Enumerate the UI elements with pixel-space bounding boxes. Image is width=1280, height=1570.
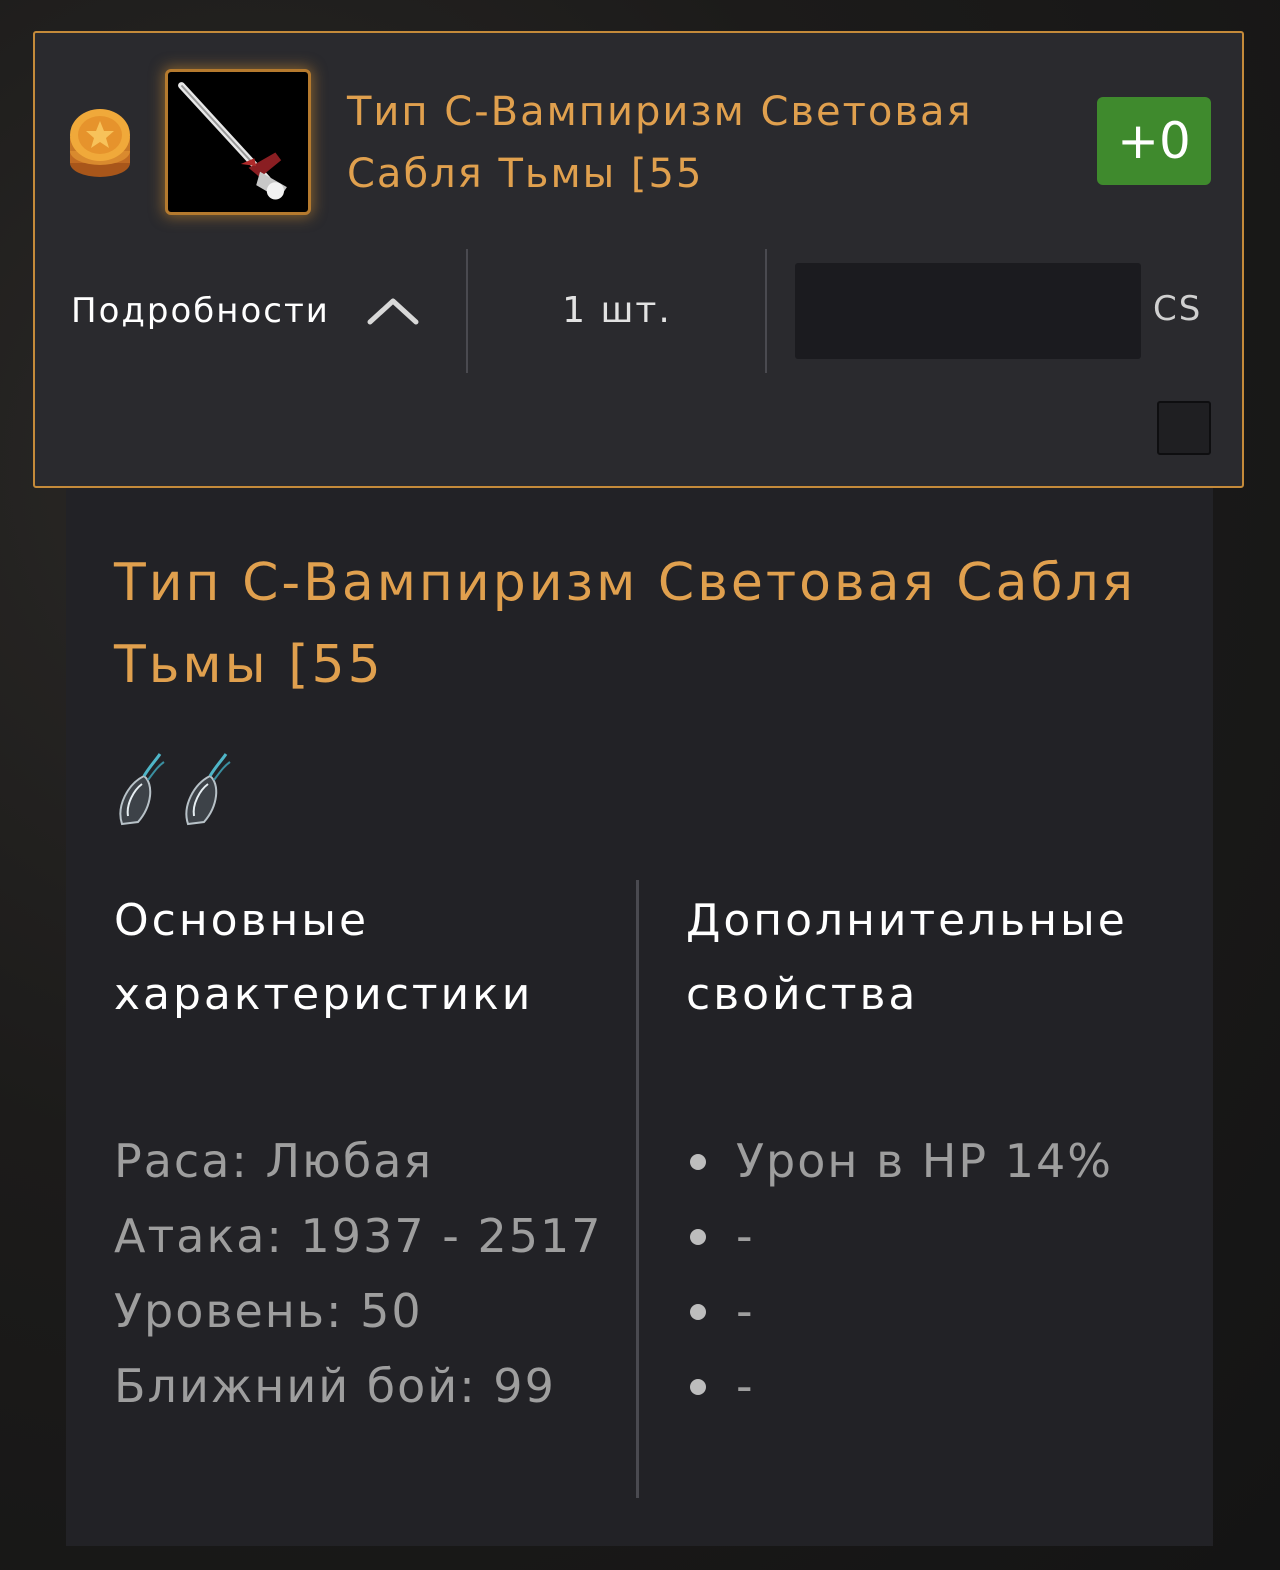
column-divider bbox=[636, 880, 639, 1498]
bullet-icon bbox=[690, 1303, 706, 1320]
enchant-level-badge: +0 bbox=[1097, 97, 1211, 185]
bullet-icon bbox=[690, 1228, 706, 1245]
column-divider bbox=[765, 249, 767, 373]
item-details-panel: Тип С-Вампиризм Световая Сабля Тьмы [55 … bbox=[66, 488, 1213, 1546]
details-title: Тип С-Вампиризм Световая Сабля Тьмы [55 bbox=[114, 553, 1137, 695]
details-toggle-button[interactable]: Подробности bbox=[71, 283, 420, 339]
quantity-label: 1 шт. bbox=[562, 290, 672, 331]
column-divider bbox=[466, 249, 468, 373]
stat-race: Раса: Любая bbox=[114, 1134, 434, 1188]
currency-label: CS bbox=[1153, 289, 1203, 329]
sword-item-icon[interactable] bbox=[165, 69, 311, 215]
stat-melee: Ближний бой: 99 bbox=[114, 1359, 556, 1413]
stat-level: Уровень: 50 bbox=[114, 1284, 423, 1338]
list-item: Урон в HP 14% bbox=[690, 1124, 1190, 1199]
extra-props-heading: Дополнительные свойства bbox=[686, 895, 1128, 1020]
bullet-icon bbox=[690, 1378, 706, 1395]
price-input[interactable] bbox=[795, 263, 1141, 359]
main-stats-heading: Основные характеристики bbox=[114, 895, 534, 1020]
main-stats-list: Раса: Любая Атака: 1937 - 2517 Уровень: … bbox=[114, 1124, 614, 1424]
item-listing-card[interactable]: Тип С-Вампиризм Световая Сабля Тьмы [55 … bbox=[33, 31, 1244, 488]
bullet-icon bbox=[690, 1153, 706, 1170]
extra-props-list: Урон в HP 14% - - - bbox=[690, 1124, 1190, 1424]
gem-slots bbox=[114, 750, 234, 830]
list-item: - bbox=[690, 1349, 1190, 1424]
gem-icon bbox=[185, 753, 231, 826]
details-label: Подробности bbox=[71, 291, 330, 331]
gem-icon bbox=[119, 753, 165, 826]
item-name: Тип С-Вампиризм Световая Сабля Тьмы [55 bbox=[347, 89, 973, 197]
chevron-up-icon bbox=[367, 298, 419, 325]
stat-attack: Атака: 1937 - 2517 bbox=[114, 1209, 603, 1263]
gold-coin-stack-icon bbox=[67, 101, 133, 187]
list-item: - bbox=[690, 1199, 1190, 1274]
select-checkbox[interactable] bbox=[1157, 401, 1211, 455]
list-item: - bbox=[690, 1274, 1190, 1349]
